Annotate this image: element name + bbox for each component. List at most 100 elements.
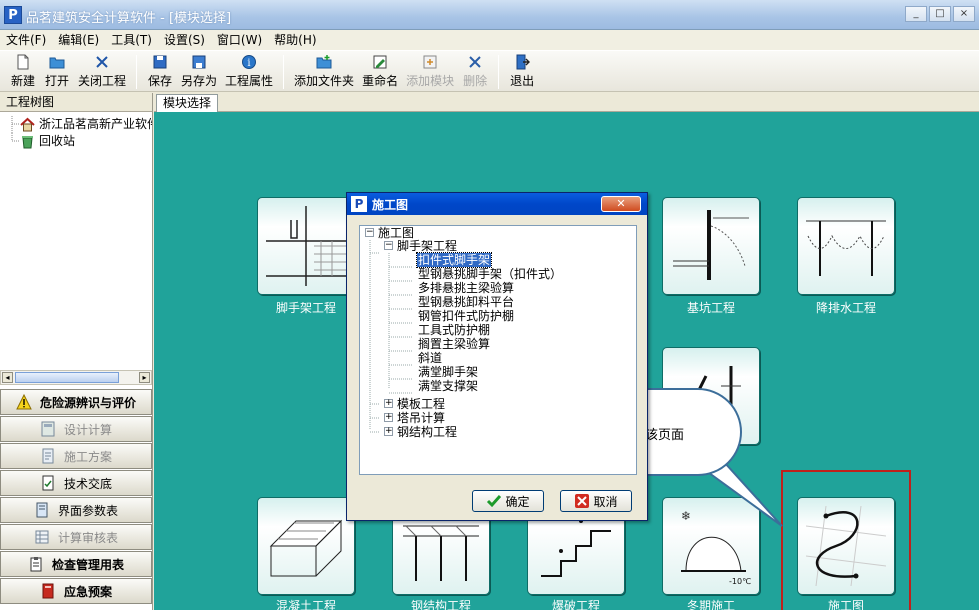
design-calc-button[interactable]: 设计计算 — [0, 416, 152, 442]
project-properties-button[interactable]: i 工程属性 — [221, 51, 277, 89]
cancel-button[interactable]: 取消 — [560, 490, 632, 512]
delete-x-icon — [469, 56, 481, 68]
exit-door-icon — [516, 54, 531, 70]
module-dewatering-label: 降排水工程 — [815, 301, 876, 315]
menu-file[interactable]: 文件(F) — [0, 30, 52, 50]
menu-edit[interactable]: 编辑(E) — [52, 30, 105, 50]
add-module-icon — [423, 55, 437, 69]
toolbar-separator — [136, 55, 138, 89]
toolbar-separator — [498, 55, 500, 89]
module-blasting-label: 爆破工程 — [551, 599, 600, 610]
menu-help[interactable]: 帮助(H) — [268, 30, 322, 50]
collapse-scaffold-icon[interactable]: − — [384, 241, 393, 250]
module-pit-label: 基坑工程 — [686, 301, 735, 315]
expand-formwork-icon[interactable]: + — [384, 399, 393, 408]
interface-params-button[interactable]: 界面参数表 — [0, 497, 152, 523]
project-tree-panel: 工程树图 浙江品茗高新产业软件 回收站 ◂ ▸ 危险源辨识与评价 设计计算 施工… — [0, 93, 153, 610]
module-pit[interactable] — [662, 197, 760, 295]
exit-button[interactable]: 退出 — [505, 51, 539, 89]
foundation-pit-illustration — [673, 210, 749, 280]
tree-item-selected[interactable]: 扣件式脚手架 — [415, 252, 493, 268]
expand-steel-structure-icon[interactable]: + — [384, 427, 393, 436]
checkmark-icon — [487, 495, 502, 508]
maximize-button[interactable]: □ — [929, 6, 951, 22]
menu-window[interactable]: 窗口(W) — [211, 30, 268, 50]
tree-group-tower-crane[interactable]: 塔吊计算 — [397, 411, 445, 425]
open-folder-icon — [49, 57, 65, 69]
new-button[interactable]: 新建 — [6, 51, 40, 89]
tree-item[interactable]: 多排悬挑主梁验算 — [418, 281, 514, 295]
window-title: 品茗建筑安全计算软件 - [模块选择] — [26, 11, 232, 26]
svg-text:-10℃: -10℃ — [729, 577, 751, 586]
close-x-icon — [96, 56, 108, 68]
calculator-icon — [41, 421, 55, 437]
dialog-close-button[interactable]: ✕ — [601, 196, 641, 212]
app-logo-icon: P — [4, 6, 22, 24]
add-folder-button[interactable]: 添加文件夹 — [290, 51, 358, 89]
tree-item[interactable]: 型钢悬挑卸料平台 — [418, 295, 514, 309]
title-bar: P 品茗建筑安全计算软件 - [模块选择] _ □ × — [0, 0, 979, 30]
add-module-button[interactable]: 添加模块 — [402, 51, 458, 89]
construction-drawing-dialog: P 施工图 ✕ − 施工图 − 脚手架工程 扣件式脚手架 型钢悬挑脚手架（扣件式… — [346, 192, 648, 521]
expand-tower-crane-icon[interactable]: + — [384, 413, 393, 422]
save-as-disk-icon — [192, 55, 206, 69]
ok-button[interactable]: 确定 — [472, 490, 544, 512]
table-icon — [35, 530, 49, 544]
tree-connector — [11, 133, 20, 142]
highlight-box — [781, 470, 911, 610]
cancel-x-icon — [575, 494, 590, 508]
minimize-button[interactable]: _ — [905, 6, 927, 22]
tree-item[interactable]: 钢管扣件式防护棚 — [418, 309, 514, 323]
scroll-thumb[interactable] — [15, 372, 119, 383]
save-button[interactable]: 保存 — [143, 51, 177, 89]
inspection-forms-button[interactable]: 检查管理用表 — [0, 551, 152, 577]
tree-group-scaffold[interactable]: 脚手架工程 — [397, 239, 457, 253]
tree-group-steel-structure[interactable]: 钢结构工程 — [397, 425, 457, 439]
rename-button[interactable]: 重命名 — [358, 51, 402, 89]
tree-item[interactable]: 斜道 — [418, 351, 442, 365]
menu-settings[interactable]: 设置(S) — [158, 30, 211, 50]
module-scaffold[interactable] — [257, 197, 355, 295]
new-file-icon — [17, 54, 29, 70]
close-project-button[interactable]: 关闭工程 — [74, 51, 130, 89]
tree-item[interactable]: 满堂支撑架 — [418, 379, 478, 393]
red-book-icon — [42, 583, 54, 599]
tree-group-formwork[interactable]: 模板工程 — [397, 397, 445, 411]
horizontal-scrollbar[interactable]: ◂ ▸ — [0, 370, 152, 385]
dialog-logo-icon: P — [351, 196, 367, 212]
hazard-identification-button[interactable]: 危险源辨识与评价 — [0, 389, 152, 415]
technical-disclosure-button[interactable]: 技术交底 — [0, 470, 152, 496]
tree-item[interactable]: 满堂脚手架 — [418, 365, 478, 379]
dialog-title: 施工图 — [372, 197, 409, 212]
tree-item[interactable]: 搁置主梁验算 — [418, 337, 490, 351]
collapse-root-icon[interactable]: − — [365, 228, 374, 237]
menu-tools[interactable]: 工具(T) — [105, 30, 158, 50]
emergency-plan-button[interactable]: 应急预案 — [0, 578, 152, 604]
tab-module-select[interactable]: 模块选择 — [156, 94, 219, 112]
dialog-title-bar: P 施工图 ✕ — [347, 193, 647, 215]
concrete-illustration — [269, 519, 343, 577]
open-button[interactable]: 打开 — [40, 51, 74, 89]
tree-item[interactable]: 型钢悬挑脚手架（扣件式） — [418, 267, 562, 281]
house-icon — [20, 117, 35, 132]
module-dewatering[interactable] — [797, 197, 895, 295]
info-icon: i — [242, 55, 257, 69]
delete-button[interactable]: 删除 — [458, 51, 492, 89]
save-disk-icon — [153, 55, 167, 69]
toolbar-separator — [283, 55, 285, 89]
tree-item-recycle-bin[interactable]: 回收站 — [0, 133, 152, 150]
construction-plan-button[interactable]: 施工方案 — [0, 443, 152, 469]
tree-item-project[interactable]: 浙江品茗高新产业软件 — [0, 116, 152, 133]
scroll-right-arrow-icon[interactable]: ▸ — [139, 372, 150, 383]
svg-text:i: i — [247, 58, 250, 69]
module-concrete[interactable] — [257, 497, 355, 595]
calc-review-button[interactable]: 计算审核表 — [0, 524, 152, 550]
tree-root[interactable]: 施工图 — [378, 226, 414, 240]
save-as-button[interactable]: 另存为 — [177, 51, 221, 89]
module-steel-label: 钢结构工程 — [410, 599, 471, 610]
tree-item[interactable]: 工具式防护棚 — [418, 323, 490, 337]
scroll-left-arrow-icon[interactable]: ◂ — [2, 372, 13, 383]
book-icon — [36, 502, 48, 518]
module-winter-label: 冬期施工 — [686, 599, 735, 610]
close-button[interactable]: × — [953, 6, 975, 22]
